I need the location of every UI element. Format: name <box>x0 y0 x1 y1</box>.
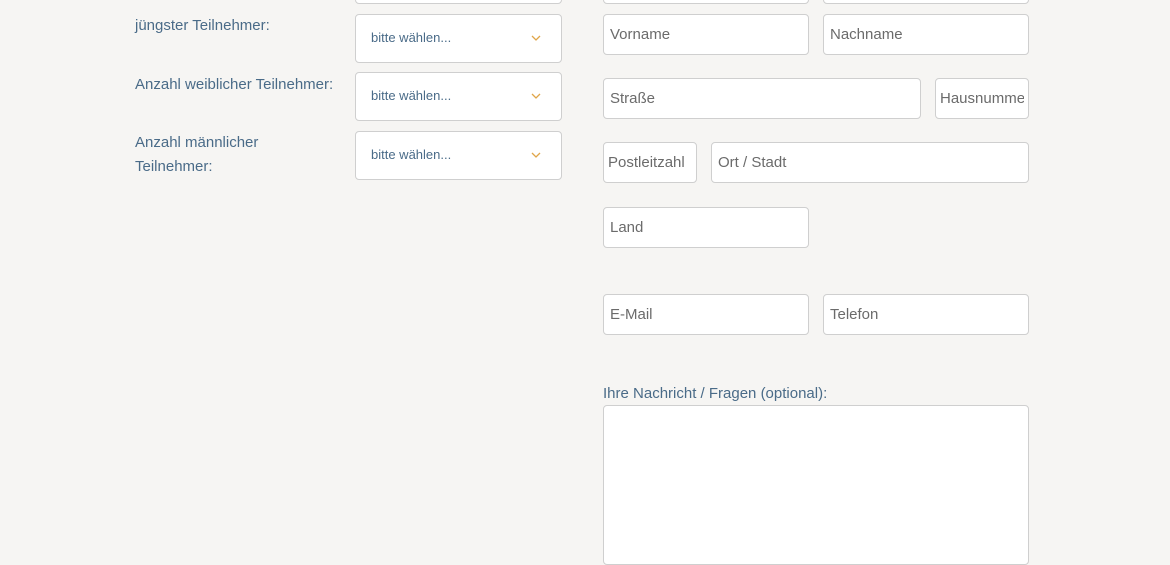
select-value: bitte wählen... <box>371 30 452 45</box>
chevron-down-icon <box>531 93 541 99</box>
chevron-down-icon <box>531 35 541 41</box>
house-number-input[interactable] <box>935 78 1029 119</box>
select-value: bitte wählen... <box>371 147 452 162</box>
male-participants-select[interactable]: bitte wählen... <box>355 131 562 180</box>
message-textarea[interactable] <box>603 405 1029 565</box>
city-input[interactable] <box>711 142 1029 183</box>
email-input[interactable] <box>603 294 809 335</box>
street-input[interactable] <box>603 78 921 119</box>
postal-code-input[interactable] <box>603 142 697 183</box>
select-partial-top[interactable] <box>355 0 562 4</box>
youngest-participant-select[interactable]: bitte wählen... <box>355 14 562 63</box>
country-input[interactable] <box>603 207 809 248</box>
chevron-down-icon <box>531 152 541 158</box>
female-participants-label: Anzahl weiblicher Teilnehmer: <box>135 76 334 93</box>
input-partial-top-right[interactable] <box>823 0 1029 4</box>
female-participants-select[interactable]: bitte wählen... <box>355 72 562 121</box>
male-participants-label: Anzahl männlicher Teilnehmer: <box>135 134 259 175</box>
youngest-participant-label: jüngster Teilnehmer: <box>135 17 270 34</box>
first-name-input[interactable] <box>603 14 809 55</box>
select-value: bitte wählen... <box>371 88 452 103</box>
input-partial-top-left[interactable] <box>603 0 809 4</box>
message-label: Ihre Nachricht / Fragen (optional): <box>603 385 828 402</box>
phone-input[interactable] <box>823 294 1029 335</box>
last-name-input[interactable] <box>823 14 1029 55</box>
